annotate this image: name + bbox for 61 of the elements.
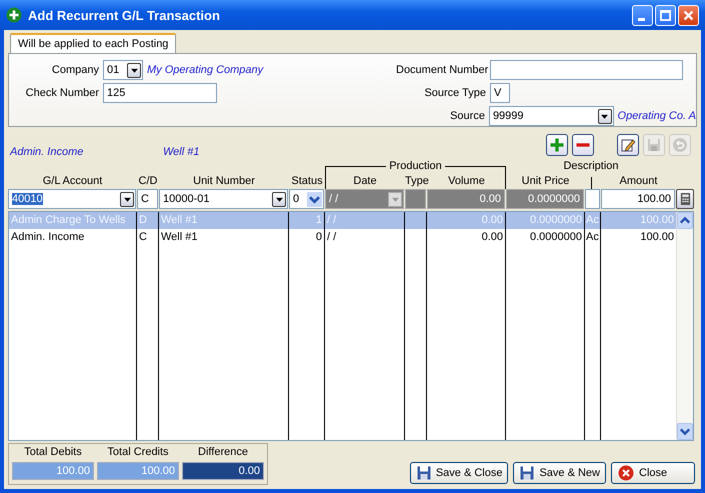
account-name: Admin. Income (10, 146, 84, 158)
total-label: Total Credits (106, 446, 170, 460)
date-field[interactable]: / / (325, 189, 404, 209)
table-cell: 0.00 (482, 214, 503, 226)
table-cell: Well #1 (161, 214, 198, 226)
table-cell: 0.0000000 (530, 214, 582, 226)
total-label: Difference (197, 446, 249, 460)
amount-field[interactable]: 100.00 (601, 189, 675, 209)
field-label: Source (449, 110, 485, 122)
total-value: 100.00 (12, 462, 94, 480)
column-header: Unit Number (192, 175, 256, 189)
input-field[interactable]: 125 (103, 83, 217, 103)
table-cell: 100.00 (640, 214, 674, 226)
tab[interactable]: Will be applied to each Posting (10, 33, 176, 53)
status-dropdown[interactable]: 0 (289, 189, 324, 209)
column-header: Date (352, 175, 378, 189)
volume-field[interactable]: 0.00 (427, 189, 505, 209)
column-header: Status (290, 175, 324, 189)
total-value: 100.00 (97, 462, 179, 480)
table-cell: 0.00 (482, 231, 503, 243)
column-header: Type (405, 175, 427, 189)
column-header: Unit Price (520, 175, 570, 189)
input-field[interactable]: V (490, 83, 510, 103)
table-cell: Ac (586, 231, 599, 243)
table-cell: Admin. Income (11, 231, 84, 243)
table-cell: / / (327, 231, 336, 243)
table-cell: 0.0000000 (530, 231, 582, 243)
field-label: Source Type (423, 87, 486, 99)
table-cell: C (139, 231, 147, 243)
table-cell: / / (327, 214, 336, 226)
input-field[interactable]: C (137, 189, 158, 209)
total-value: 0.00 (182, 462, 264, 480)
column-header: G/L Account (42, 175, 104, 189)
column-header: Description (563, 160, 619, 172)
price-field[interactable]: 0.0000000 (506, 189, 584, 209)
unit-name: Well #1 (163, 146, 200, 158)
table-cell: 1 (316, 214, 322, 226)
save-button[interactable]: Save & New (513, 462, 606, 484)
column-header: C/D (138, 175, 158, 189)
total-label: Total Debits (23, 446, 83, 460)
table-cell: D (139, 214, 147, 226)
source-name: Operating Co. A (618, 110, 696, 122)
table-cell: Ac (586, 214, 599, 226)
field-label: Company (50, 64, 99, 76)
table-cell: Admin Charge To Wells (11, 214, 126, 226)
account-dropdown[interactable]: 40010 (8, 189, 136, 209)
field-label: Check Number (24, 87, 99, 99)
window-title: Add Recurrent G/L Transaction (28, 8, 221, 22)
save-button[interactable]: Save & Close (410, 462, 508, 484)
company-name: My Operating Company (147, 64, 264, 76)
company-dropdown[interactable]: 01 (103, 60, 143, 80)
table-row[interactable]: Admin. Income C Well #1 0 / / 0.00 0.0000000 Ac 100.00 (9, 229, 676, 246)
field-label: Document Number (396, 64, 486, 76)
close-dialog-button[interactable]: Close (611, 462, 695, 484)
table-cell: 0 (316, 231, 322, 243)
unit-dropdown[interactable]: 10000-01 (159, 189, 288, 209)
table-cell: Well #1 (161, 231, 198, 243)
column-header: Amount (618, 175, 658, 189)
source-dropdown[interactable]: 99999 (488, 106, 614, 126)
column-header: Volume (447, 175, 486, 189)
table-cell: 100.00 (640, 231, 674, 243)
